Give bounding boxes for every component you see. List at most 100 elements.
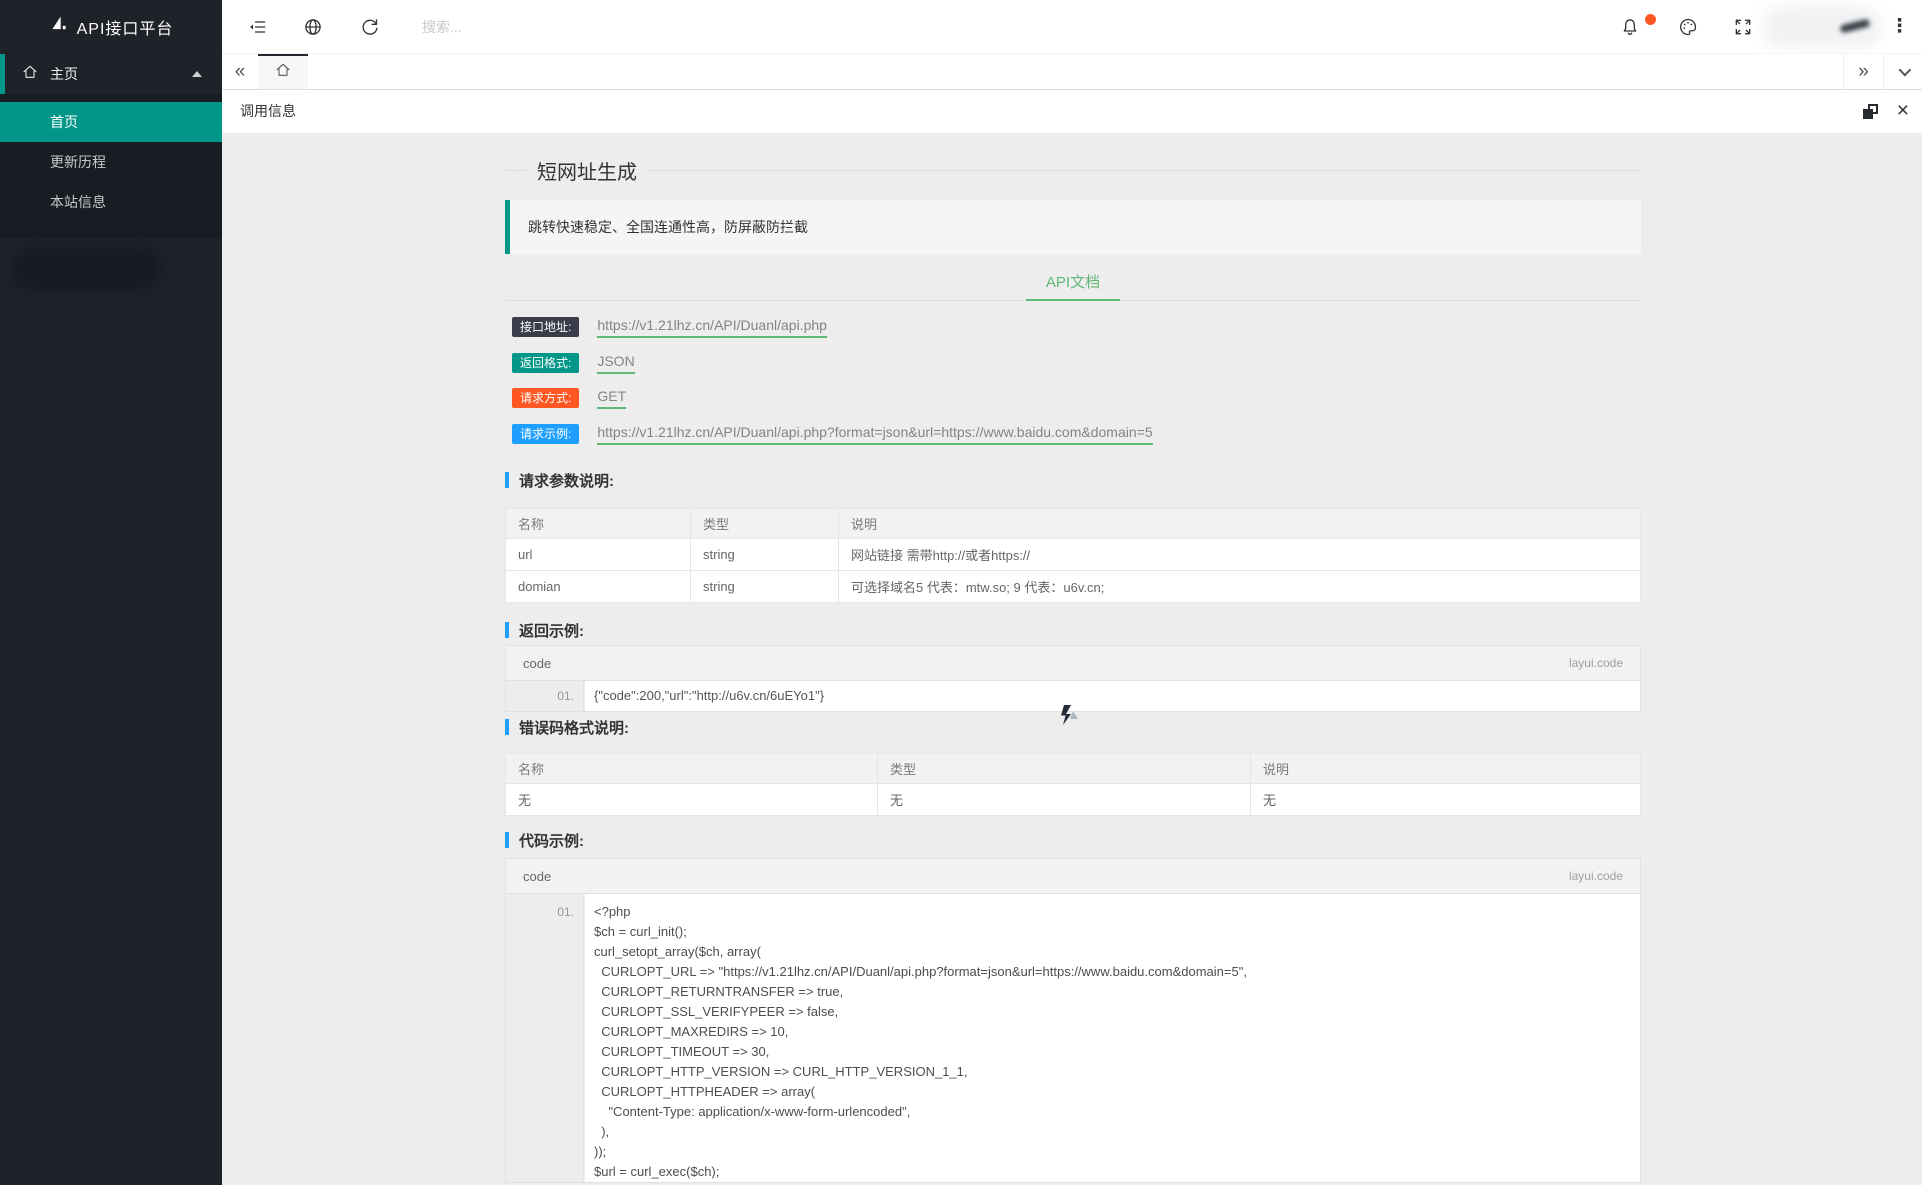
params-table: 名称 类型 说明 url string 网站链接 需带http://或者http… [505,508,1641,603]
cell-param-type: string [690,570,839,603]
codeblock-header: code layui.code [506,646,1640,681]
globe-icon[interactable] [303,17,323,37]
code-line: CURLOPT_HTTP_VERSION => CURL_HTTP_VERSIO… [594,1064,968,1079]
doc-title: 短网址生成 [537,161,637,184]
col-header: 说明 [1250,753,1641,784]
line-number: 01. [557,905,574,919]
method-badge: 请求方式: [512,388,580,408]
example-url-link[interactable]: https://v1.21lhz.cn/API/Duanl/api.php?fo… [597,424,1153,445]
code-line: CURLOPT_MAXREDIRS => 10, [594,1024,789,1039]
search-input[interactable] [422,14,702,40]
example-heading: 代码示例: [505,832,584,850]
cell-error-name: 无 [505,783,878,816]
col-header: 说明 [838,508,1641,539]
codeblock-header: code layui.code [506,859,1640,894]
code-brand: layui.code [1568,869,1623,883]
heading-accent-bar [505,472,509,488]
params-heading: 请求参数说明: [505,472,614,490]
response-json: {"code":200,"url":"http://u6v.cn/6uEYo1"… [585,681,1640,711]
bell-icon[interactable] [1620,17,1640,37]
format-value-link[interactable]: JSON [597,353,635,374]
sidebar-item-site-info[interactable]: 本站信息 [0,182,222,222]
logo: API接口平台 [0,0,222,54]
field-row-endpoint: 接口地址: https://v1.21lhz.cn/API/Duanl/api.… [512,316,827,338]
field-row-example: 请求示例: https://v1.21lhz.cn/API/Duanl/api.… [512,423,1153,445]
code-line: "Content-Type: application/x-www-form-ur… [594,1104,911,1119]
sidebar-blurred-item [12,248,162,290]
api-doc: 短网址生成 跳转快速稳定、全国连通性高，防屏蔽防拦截 API文档 接口地址: h… [505,133,1641,1185]
tab-api-doc[interactable]: API文档 [1046,268,1100,301]
refresh-icon[interactable] [360,17,380,37]
broken-image-icon [1056,703,1082,727]
tab-home[interactable] [258,54,308,89]
close-icon[interactable]: × [1897,98,1909,124]
line-number-gutter: 01. [506,894,584,1182]
palette-icon[interactable] [1678,17,1698,37]
line-number-gutter: 01. [506,681,584,711]
doc-area: 短网址生成 跳转快速稳定、全国连通性高，防屏蔽防拦截 API文档 接口地址: h… [222,133,1922,1185]
field-row-format: 返回格式: JSON [512,352,635,374]
tabs-scroll-right-icon[interactable]: » [1843,54,1883,89]
table-row: domian string 可选择域名5 代表：mtw.so; 9 代表：u6v… [505,570,1641,603]
more-menu-icon[interactable]: ⋮ [1890,14,1909,40]
php-code: <?php $ch = curl_init(); curl_setopt_array… [585,894,1640,1182]
table-row: url string 网站链接 需带http://或者https:// [505,538,1641,571]
doc-title-divider: 短网址生成 [505,155,1641,185]
cell-param-name: url [505,538,691,571]
cell-param-name: domian [505,570,691,603]
response-heading: 返回示例: [505,622,584,640]
cell-param-type: string [690,538,839,571]
col-header: 类型 [690,508,839,539]
maximize-icon[interactable] [1863,104,1878,119]
chevron-down-icon [1898,63,1911,77]
collapse-arrow-icon [192,71,202,77]
app-window: API接口平台 主页 首页 更新历程 本站信息 搜索... ⋮ « » 调用信息… [0,0,1922,1185]
tabbar: « » [222,54,1922,90]
sidebar-item-home-parent[interactable]: 主页 [0,54,222,94]
code-line: CURLOPT_URL => "https://v1.21lhz.cn/API/… [594,964,1247,979]
tab-active-underline [1026,299,1120,301]
content-header: 调用信息 × [222,90,1922,133]
sidebar: API接口平台 主页 首页 更新历程 本站信息 [0,0,222,1185]
heading-accent-bar [505,719,509,735]
endpoint-url-link[interactable]: https://v1.21lhz.cn/API/Duanl/api.php [597,317,827,338]
code-line: ), [594,1124,610,1139]
field-row-method: 请求方式: GET [512,387,627,409]
code-brand: layui.code [1568,656,1623,670]
example-badge: 请求示例: [512,424,580,444]
cell-error-type: 无 [877,783,1251,816]
doc-quote: 跳转快速稳定、全国连通性高，防屏蔽防拦截 [505,200,1641,254]
sidebar-item-index[interactable]: 首页 [0,102,222,142]
collapse-sidebar-icon[interactable] [248,17,268,37]
response-codeblock: code layui.code 01. {"code":200,"url":"h… [505,645,1641,712]
active-accent-bar [0,54,5,94]
sidebar-item-changelog[interactable]: 更新历程 [0,142,222,182]
line-number: 01. [557,689,574,703]
doc-tabs: API文档 [505,268,1641,301]
tabs-dropdown-icon[interactable] [1883,54,1922,89]
tabs-scroll-left-icon[interactable]: « [222,54,258,89]
sidebar-submenu: 首页 更新历程 本站信息 [0,94,222,238]
logo-sail-icon [49,15,69,40]
table-row: 无 无 无 [505,783,1641,816]
code-line: $ch = curl_init(); [594,924,687,939]
page-title: 调用信息 [240,103,296,119]
code-line: <?php [594,904,631,919]
code-line: CURLOPT_SSL_VERIFYPEER => false, [594,1004,839,1019]
method-value-link[interactable]: GET [597,388,627,409]
code-line: )); [594,1144,607,1159]
cell-param-desc: 网站链接 需带http://或者https:// [838,538,1641,571]
code-line: CURLOPT_HTTPHEADER => array( [594,1084,816,1099]
user-area-blurred[interactable] [1762,6,1882,48]
cell-param-desc: 可选择域名5 代表：mtw.so; 9 代表：u6v.cn; [838,570,1641,603]
fullscreen-icon[interactable] [1733,17,1753,37]
code-title: code [523,868,552,884]
col-header: 类型 [877,753,1251,784]
endpoint-badge: 接口地址: [512,317,580,337]
code-line: CURLOPT_RETURNTRANSFER => true, [594,984,844,999]
notification-dot [1645,14,1656,25]
cell-error-desc: 无 [1250,783,1641,816]
code-body: 01. <?php $ch = curl_init(); curl_setopt_a… [506,894,1640,1182]
code-line: CURLOPT_TIMEOUT => 30, [594,1044,770,1059]
code-line: curl_setopt_array($ch, array( [594,944,761,959]
